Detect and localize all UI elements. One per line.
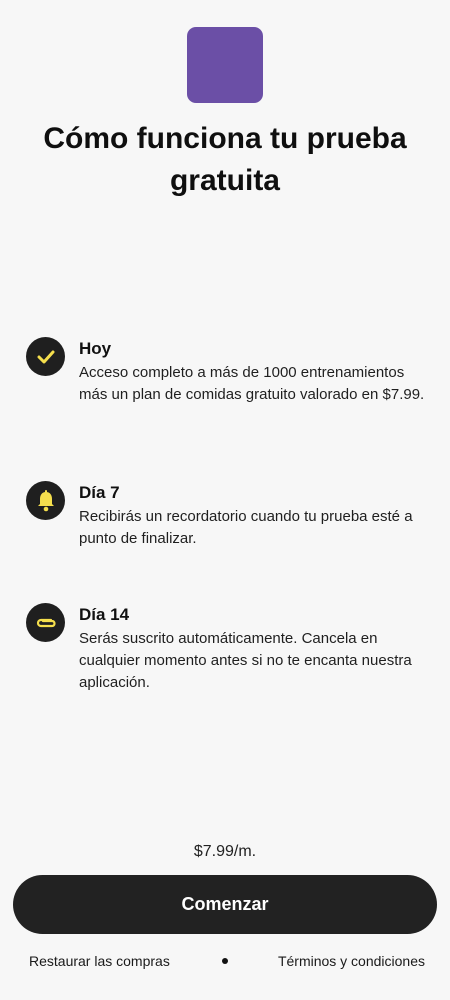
check-icon <box>26 337 65 376</box>
step-description: Serás suscrito automáticamente. Cancela … <box>79 630 412 691</box>
step-title: Hoy <box>79 339 112 358</box>
page-title: Cómo funciona tu prueba gratuita <box>43 122 407 197</box>
step-description: Recibirás un recordatorio cuando tu prue… <box>79 508 413 547</box>
step-title: Día 7 <box>79 483 120 502</box>
app-logo <box>187 27 263 103</box>
step-title: Día 14 <box>79 605 130 624</box>
paperclip-icon <box>26 603 65 642</box>
terms-link[interactable]: Términos y condiciones <box>278 951 425 971</box>
start-button[interactable]: Comenzar <box>13 875 437 934</box>
step-description: Acceso completo a más de 1000 entrenamie… <box>79 364 425 403</box>
restore-purchases-link[interactable]: Restaurar las compras <box>29 951 170 971</box>
bell-icon <box>26 481 65 520</box>
footer-separator-dot <box>222 958 228 964</box>
price-label: $7.99/m. <box>193 843 257 860</box>
